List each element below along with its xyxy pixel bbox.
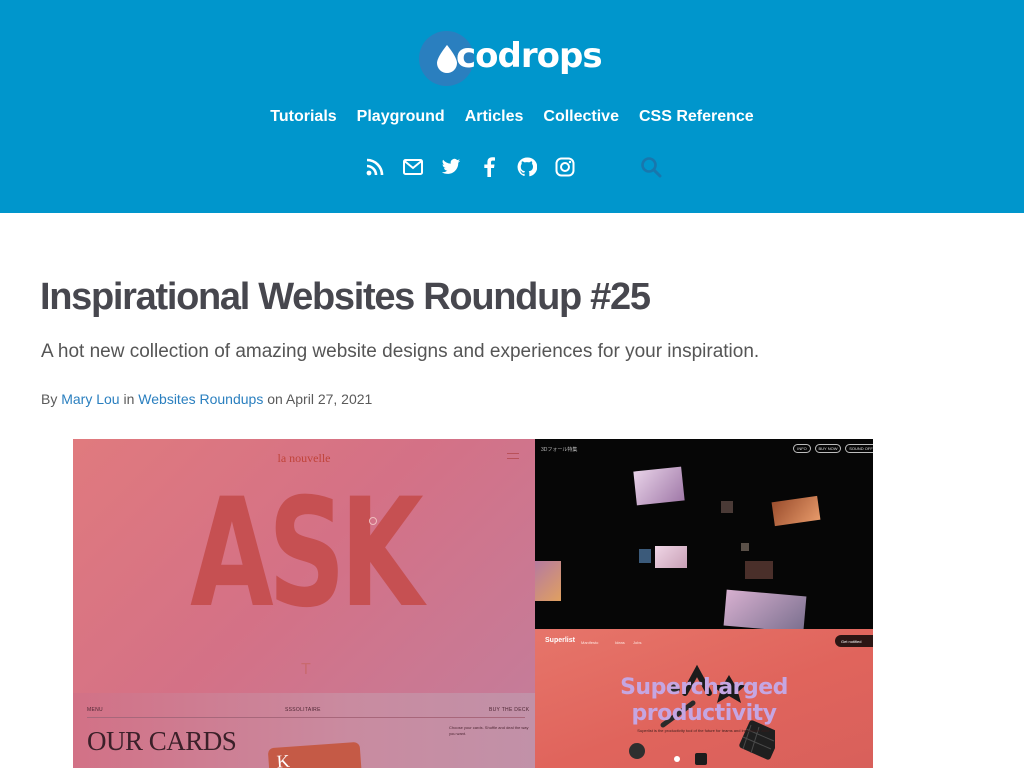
pill-sound-off: SOUND OFF xyxy=(845,444,873,453)
rss-icon[interactable] xyxy=(363,155,387,179)
screenshot-superlist: Superlist Manifesto Ideas Jobs Get notif… xyxy=(535,629,873,768)
pill-buy-now: BUY NOW xyxy=(815,444,841,453)
github-icon[interactable] xyxy=(515,155,539,179)
hero-line-1: Supercharged xyxy=(620,675,788,700)
mail-icon[interactable] xyxy=(401,155,425,179)
logo-wordmark: codrops xyxy=(456,36,603,76)
hamburger-icon xyxy=(507,453,519,459)
author-link[interactable]: Mary Lou xyxy=(61,391,119,407)
meta-on: on xyxy=(267,391,283,407)
article-meta: By Mary Lou in Websites Roundups on Apri… xyxy=(41,391,372,407)
cursor-circle-icon xyxy=(369,517,377,525)
photo-tile xyxy=(771,495,821,527)
nav-collective[interactable]: Collective xyxy=(543,107,619,127)
screenshot-la-nouvelle: la nouvelle ASK T xyxy=(73,439,535,693)
gallery-tag: 3Dフォール特集 xyxy=(541,447,578,453)
meta-in: in xyxy=(123,391,135,407)
superlist-nav-ideas: Ideas xyxy=(615,640,625,645)
search-icon[interactable] xyxy=(639,155,663,179)
superlist-hero: Supercharged productivity xyxy=(535,675,873,727)
main-nav: Tutorials Playground Articles Collective… xyxy=(0,107,1024,127)
la-nouvelle-brand: la nouvelle xyxy=(277,451,331,465)
nav-tutorials[interactable]: Tutorials xyxy=(270,107,336,127)
photo-tile xyxy=(745,561,773,579)
photo-tile xyxy=(633,466,685,506)
photo-tile xyxy=(723,589,807,629)
article-subtitle: A hot new collection of amazing website … xyxy=(41,341,760,362)
superlist-cta: Get notified xyxy=(835,635,873,647)
our-cards-heading: OUR CARDS xyxy=(87,726,237,756)
category-link[interactable]: Websites Roundups xyxy=(138,391,263,407)
photo-tile xyxy=(741,543,749,551)
photo-tile xyxy=(655,546,687,568)
instagram-icon[interactable] xyxy=(553,155,577,179)
codrops-logo[interactable]: codrops xyxy=(419,30,603,86)
meta-by: By xyxy=(41,391,58,407)
solitaire-copy: Choose your cards. Shuffle and deal the … xyxy=(449,725,529,736)
t-mark: T xyxy=(301,661,311,678)
solitaire-buy: BUY THE DECK xyxy=(489,707,530,713)
twitter-icon[interactable] xyxy=(439,155,463,179)
superlist-nav-jobs: Jobs xyxy=(633,640,642,645)
superlist-brand: Superlist xyxy=(545,637,575,644)
superlist-nav-manifesto: Manifesto xyxy=(581,640,599,645)
playing-card: K xyxy=(267,741,363,768)
ask-headline: ASK xyxy=(190,467,424,641)
article-title: Inspirational Websites Roundup #25 xyxy=(40,276,651,318)
screenshot-3d-gallery: 3Dフォール特集 INFO BUY NOW SOUND OFF xyxy=(535,439,873,629)
solitaire-menu: MENU xyxy=(87,707,103,713)
site-header: codrops Tutorials Playground Articles Co… xyxy=(0,0,1024,213)
solitaire-site-name: SSSOLITAIRE xyxy=(285,707,321,713)
card-letter: K xyxy=(275,750,291,768)
article-date: April 27, 2021 xyxy=(285,391,373,407)
superlist-subtext: Superlist is the productivity tool of th… xyxy=(637,728,771,733)
nav-articles[interactable]: Articles xyxy=(465,107,524,127)
nav-css-reference[interactable]: CSS Reference xyxy=(639,107,754,127)
nav-playground[interactable]: Playground xyxy=(357,107,445,127)
facebook-icon[interactable] xyxy=(477,155,501,179)
photo-tile xyxy=(721,501,733,513)
hero-line-2: productivity xyxy=(631,701,777,726)
social-links xyxy=(363,155,677,179)
featured-image-collage[interactable]: la nouvelle ASK T MENU SSSOLITAIRE BUY T… xyxy=(73,439,873,768)
photo-tile xyxy=(639,549,651,563)
screenshot-solitaire: MENU SSSOLITAIRE BUY THE DECK OUR CARDS … xyxy=(73,693,535,768)
photo-tile xyxy=(535,561,561,601)
divider xyxy=(87,717,525,718)
pill-info: INFO xyxy=(793,444,811,453)
